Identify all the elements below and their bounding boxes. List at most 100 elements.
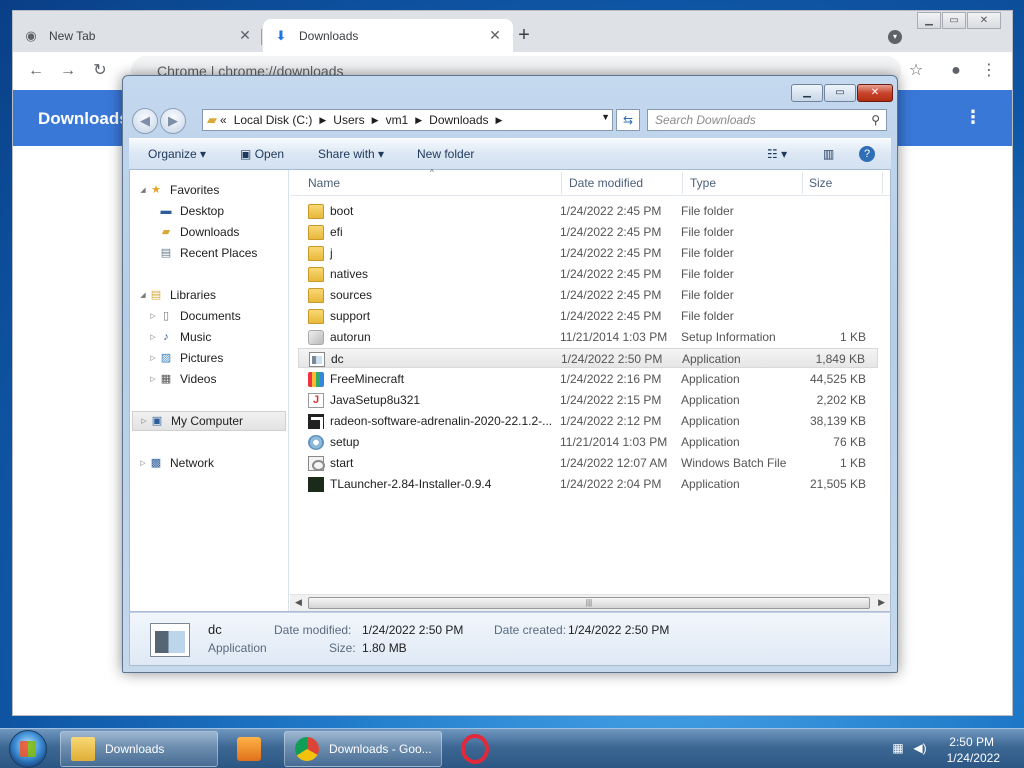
kebab-menu-icon[interactable]: ⋮ [979, 61, 999, 81]
profile-avatar-icon[interactable]: ● [946, 61, 966, 81]
collapse-icon[interactable]: ▷ [148, 312, 158, 320]
expand-icon[interactable]: ◢ [138, 186, 148, 194]
column-divider[interactable] [682, 172, 683, 194]
collapse-icon[interactable]: ▷ [148, 354, 158, 362]
search-input[interactable]: Search Downloads ⚲ [647, 109, 887, 131]
volume-icon[interactable]: ◀) [912, 741, 928, 757]
file-row[interactable]: autorun 11/21/2014 1:03 PM Setup Informati… [298, 327, 878, 347]
breadcrumb-item[interactable]: vm1 [386, 113, 409, 127]
preview-pane-icon[interactable]: ▥ [823, 147, 834, 161]
clock-date[interactable]: 1/24/2022 [947, 751, 1000, 765]
file-row[interactable]: radeon-software-adrenalin-2020-22.1.2-..… [298, 411, 878, 431]
address-bar[interactable]: ▰ « Local Disk (C:) ▶ Users ▶ vm1 ▶ Down… [202, 109, 613, 131]
close-icon[interactable]: ✕ [487, 27, 503, 44]
new-folder-button[interactable]: New folder [417, 147, 474, 161]
chevron-right-icon[interactable]: ▶ [372, 115, 379, 126]
back-button[interactable]: ◀ [132, 108, 158, 134]
breadcrumb-item[interactable]: Local Disk (C:) [234, 113, 313, 127]
horizontal-scrollbar[interactable]: ◀ ||| ▶ [290, 594, 890, 611]
collapse-icon[interactable]: ▷ [139, 417, 149, 425]
app-icon [309, 352, 325, 367]
file-row[interactable]: natives 1/24/2022 2:45 PM File folder [298, 264, 878, 284]
help-icon[interactable]: ? [859, 146, 875, 162]
nav-desktop[interactable]: ▬ Desktop [158, 201, 225, 221]
network-status-icon[interactable]: ▦ [890, 741, 906, 757]
nav-documents[interactable]: ▷ ▯ Documents [148, 306, 240, 326]
new-tab-button[interactable]: + [513, 25, 535, 47]
taskbar-opera-button[interactable] [450, 731, 500, 767]
column-size[interactable]: Size [809, 176, 832, 190]
nav-music[interactable]: ▷ ♪ Music [148, 327, 211, 347]
chrome-minimize-button[interactable]: ▁ [917, 12, 941, 29]
folder-icon [308, 204, 324, 219]
taskbar-explorer-button[interactable]: Downloads [60, 731, 218, 767]
forward-arrow-icon[interactable]: → [58, 61, 78, 81]
collapse-icon[interactable]: ▷ [138, 459, 148, 467]
chevron-right-icon[interactable]: ▶ [496, 115, 503, 126]
tab-new-tab[interactable]: ◉ New Tab ✕ [13, 19, 263, 52]
nav-libraries[interactable]: ◢ ▤ Libraries [138, 285, 216, 305]
file-row[interactable]: boot 1/24/2022 2:45 PM File folder [298, 201, 878, 221]
column-divider[interactable] [882, 172, 883, 194]
nav-videos[interactable]: ▷ ▦ Videos [148, 369, 216, 389]
reload-icon[interactable]: ↻ [90, 61, 110, 81]
view-options-icon[interactable]: ☷ ▾ [767, 147, 787, 161]
file-row[interactable]: efi 1/24/2022 2:45 PM File folder [298, 222, 878, 242]
maximize-button[interactable]: ▭ [824, 84, 856, 102]
close-button[interactable]: ✕ [857, 84, 893, 102]
system-tray: ▦ ◀) 2:50 PM 1/24/2022 [884, 729, 1024, 768]
chevron-right-icon[interactable]: ▶ [415, 115, 422, 126]
share-with-button[interactable]: Share with ▾ [318, 147, 384, 161]
chevron-right-icon[interactable]: ▶ [319, 115, 326, 126]
breadcrumb-prefix[interactable]: « [220, 113, 227, 127]
details-date-created: 1/24/2022 2:50 PM [568, 623, 670, 637]
nav-network[interactable]: ▷ ▩ Network [138, 453, 214, 473]
collapse-icon[interactable]: ▷ [148, 333, 158, 341]
open-button[interactable]: ▣ Open [240, 147, 284, 161]
start-button[interactable] [9, 730, 47, 768]
close-icon[interactable]: ✕ [237, 27, 253, 44]
chevron-down-icon[interactable]: ▼ [601, 112, 610, 122]
file-row[interactable]: TLauncher-2.84-Installer-0.9.4 1/24/2022 … [298, 474, 878, 494]
file-row[interactable]: FreeMinecraft 1/24/2022 2:16 PM Applicatio… [298, 369, 878, 389]
tab-search-icon[interactable]: ▾ [888, 30, 902, 44]
nav-favorites[interactable]: ◢ ★ Favorites [138, 180, 219, 200]
file-row[interactable]: j 1/24/2022 2:45 PM File folder [298, 243, 878, 263]
organize-button[interactable]: Organize ▾ [148, 147, 206, 161]
taskbar-chrome-button[interactable]: Downloads - Goo... [284, 731, 442, 767]
back-arrow-icon[interactable]: ← [26, 61, 46, 81]
file-row[interactable]: setup 11/21/2014 1:03 PM Application 76 KB [298, 432, 878, 452]
column-name[interactable]: Name [308, 176, 340, 190]
nav-recent-places[interactable]: ▤ Recent Places [158, 243, 258, 263]
search-icon[interactable]: ⚲ [871, 110, 880, 130]
scroll-right-icon[interactable]: ▶ [878, 597, 885, 608]
refresh-button[interactable]: ⇆ [616, 109, 640, 131]
breadcrumb-item[interactable]: Downloads [429, 113, 488, 127]
file-row[interactable]: start 1/24/2022 12:07 AM Windows Batch Fil… [298, 453, 878, 473]
tab-downloads[interactable]: ⬇ Downloads ✕ [263, 19, 513, 52]
file-row[interactable]: JavaSetup8u321 1/24/2022 2:15 PM Applicati… [298, 390, 878, 410]
nav-downloads[interactable]: ▰ Downloads [158, 222, 240, 242]
expand-icon[interactable]: ◢ [138, 291, 148, 299]
taskbar-media-player-button[interactable] [226, 731, 276, 767]
downloads-menu-icon[interactable]: ⋮ [964, 107, 982, 128]
column-divider[interactable] [802, 172, 803, 194]
column-date-modified[interactable]: Date modified [569, 176, 643, 190]
forward-button[interactable]: ▶ [160, 108, 186, 134]
clock-time[interactable]: 2:50 PM [949, 735, 994, 749]
nav-pictures[interactable]: ▷ ▨ Pictures [148, 348, 223, 368]
chrome-close-button[interactable]: ✕ [967, 12, 1001, 29]
chrome-maximize-button[interactable]: ▭ [942, 12, 966, 29]
file-row[interactable]: dc 1/24/2022 2:50 PM Application 1,849 KB [298, 348, 878, 368]
minimize-button[interactable]: ▁ [791, 84, 823, 102]
scroll-left-icon[interactable]: ◀ [295, 597, 302, 608]
star-icon[interactable]: ☆ [906, 61, 926, 81]
breadcrumb-item[interactable]: Users [333, 113, 364, 127]
collapse-icon[interactable]: ▷ [148, 375, 158, 383]
column-divider[interactable] [561, 172, 562, 194]
scrollbar-thumb[interactable]: ||| [308, 597, 870, 609]
file-row[interactable]: support 1/24/2022 2:45 PM File folder [298, 306, 878, 326]
file-row[interactable]: sources 1/24/2022 2:45 PM File folder [298, 285, 878, 305]
column-type[interactable]: Type [690, 176, 716, 190]
nav-my-computer[interactable]: ▷ ▣ My Computer [132, 411, 286, 431]
